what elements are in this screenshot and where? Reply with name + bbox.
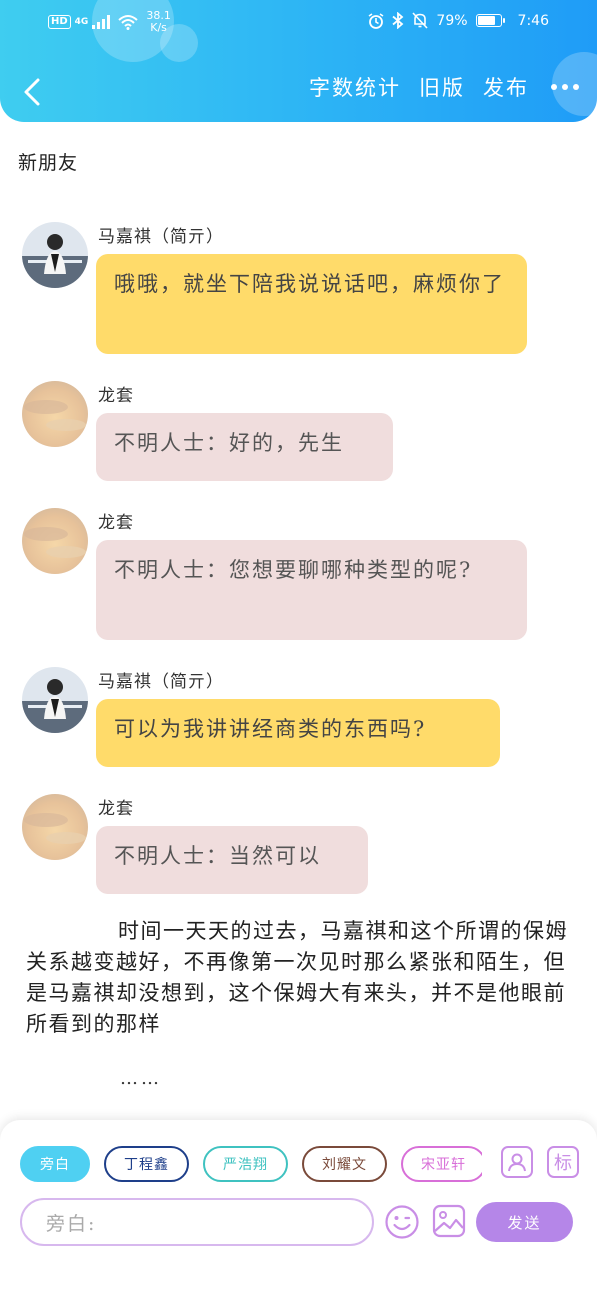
message-bubble: 不明人士：当然可以 — [96, 826, 368, 894]
compose-panel: 旁白 丁程鑫 严浩翔 刘耀文 宋亚轩 标 旁白: 发送 — [0, 1120, 597, 1290]
battery-icon — [475, 14, 505, 27]
role-chip-song-yaxuan[interactable]: 宋亚轩 — [401, 1146, 482, 1182]
clock-time: 7:46 — [517, 12, 549, 29]
old-version-button[interactable]: 旧版 — [419, 72, 465, 102]
avatar[interactable] — [22, 381, 88, 447]
role-chip-ding-chengxin[interactable]: 丁程鑫 — [104, 1146, 189, 1182]
role-label: 宋亚轩 — [421, 1157, 466, 1173]
image-icon[interactable] — [432, 1204, 466, 1238]
avatar[interactable] — [22, 222, 88, 288]
message-bubble: 可以为我讲讲经商类的东西吗? — [96, 699, 500, 767]
hd-badge: HD — [48, 15, 71, 29]
word-count-button[interactable]: 字数统计 — [309, 72, 401, 102]
speaker-name: 马嘉祺（简亓） — [98, 227, 224, 247]
nav-bar: 字数统计 旧版 发布 — [0, 70, 597, 116]
input-placeholder: 旁白: — [46, 1212, 97, 1235]
publish-button[interactable]: 发布 — [483, 72, 529, 102]
signal-icon — [92, 15, 111, 29]
message-bubble: 不明人士：好的，先生 — [96, 413, 393, 481]
network-type: 4G — [74, 17, 89, 27]
wifi-icon — [118, 15, 138, 30]
send-button[interactable]: 发送 — [476, 1202, 573, 1242]
message-bubble: 不明人士：您想要聊哪种类型的呢? — [96, 540, 527, 640]
narration-text: 时间一天天的过去，马嘉祺和这个所谓的保姆关系越变越好，不再像第一次见时那么紧张和… — [26, 919, 568, 1036]
net-speed-unit: K/s — [150, 21, 167, 34]
back-arrow-icon[interactable] — [18, 74, 48, 110]
emoji-icon[interactable] — [384, 1204, 420, 1240]
network-speed: 38.1 K/s — [146, 10, 171, 34]
role-chip-liu-yaowen[interactable]: 刘耀文 — [302, 1146, 387, 1182]
alarm-icon — [368, 12, 384, 29]
avatar[interactable] — [22, 667, 88, 733]
chapter-title: 新朋友 — [18, 152, 79, 174]
top-header: HD 4G 38.1 K/s 79% 7:46 字数统计 旧版 发布 — [0, 0, 597, 122]
message-bubble: 哦哦，就坐下陪我说说话吧，麻烦你了 — [96, 254, 527, 354]
role-label: 丁程鑫 — [124, 1157, 169, 1173]
bluetooth-icon — [392, 12, 404, 29]
role-label: 严浩翔 — [223, 1157, 268, 1173]
avatar[interactable] — [22, 794, 88, 860]
role-chip-yan-haoxiang[interactable]: 严浩翔 — [203, 1146, 288, 1182]
speaker-name: 龙套 — [98, 799, 134, 819]
ellipsis-text: …… — [120, 1068, 162, 1089]
role-chip-narrator[interactable]: 旁白 — [20, 1146, 90, 1182]
more-options-icon[interactable] — [551, 78, 579, 96]
battery-percent: 79% — [436, 12, 468, 29]
avatar[interactable] — [22, 508, 88, 574]
speaker-name: 龙套 — [98, 386, 134, 406]
role-label: 刘耀文 — [322, 1157, 367, 1173]
role-label: 旁白 — [40, 1157, 70, 1173]
role-selector: 旁白 丁程鑫 严浩翔 刘耀文 宋亚轩 — [20, 1146, 482, 1186]
speaker-name: 龙套 — [98, 513, 134, 533]
speaker-name: 马嘉祺（简亓） — [98, 672, 224, 692]
status-bar: HD 4G 38.1 K/s 79% 7:46 — [0, 0, 597, 44]
mute-bell-icon — [412, 12, 429, 29]
message-input[interactable]: 旁白: — [20, 1198, 374, 1246]
tag-label-icon[interactable]: 标 — [547, 1146, 579, 1178]
person-icon[interactable] — [501, 1146, 533, 1178]
